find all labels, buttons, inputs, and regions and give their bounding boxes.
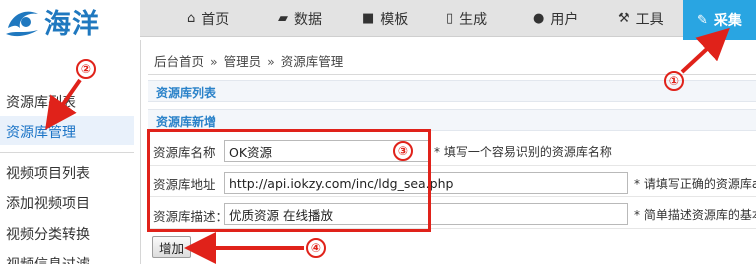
wrench-icon: ⚒ (618, 11, 630, 26)
nav-data[interactable]: ▰ 数据 (278, 0, 322, 37)
sidebar-item-add-video-project[interactable]: 添加视频项目 (6, 193, 90, 213)
sidebar-item-video-info-filter[interactable]: 视频信息过滤 (6, 254, 90, 264)
database-icon: ▰ (278, 11, 288, 26)
breadcrumb-home[interactable]: 后台首页 (154, 54, 204, 69)
nav-data-label: 数据 (294, 11, 322, 28)
file-icon: ▯ (446, 11, 454, 26)
sidebar-item-resource-list[interactable]: 资源库列表 (6, 92, 76, 112)
nav-user-label: 用户 (550, 11, 579, 28)
breadcrumb-admin[interactable]: 管理员 (224, 54, 262, 69)
nav-template[interactable]: ■ 模板 (362, 0, 408, 37)
nav-user[interactable]: ● 用户 (533, 0, 578, 37)
logo-text: 海洋 (44, 9, 100, 40)
annotation-marker-4: ④ (306, 238, 326, 258)
sidebar-item-resource-manage[interactable]: 资源库管理 (6, 122, 76, 142)
logo: 海洋 (0, 0, 140, 42)
nav-tools-label: 工具 (635, 11, 664, 28)
add-button[interactable]: 增加 (152, 236, 192, 258)
url-hint: * 请填写正确的资源库a (634, 177, 756, 191)
nav-tools[interactable]: ⚒ 工具 (618, 0, 664, 37)
annotation-marker-2: ② (76, 59, 96, 79)
nav-generate-label: 生成 (459, 11, 488, 28)
sidebar-divider (0, 152, 134, 153)
nav-collect-label: 采集 (713, 13, 742, 29)
breadcrumb-separator: » (210, 54, 218, 69)
wave-logo-icon (6, 11, 38, 37)
nav-generate[interactable]: ▯ 生成 (446, 0, 487, 37)
nav-collect[interactable]: ✎ 采集 (683, 0, 756, 40)
sidebar-item-video-category-convert[interactable]: 视频分类转换 (6, 224, 90, 244)
desc-hint: * 简单描述资源库的基本 (634, 208, 756, 222)
home-icon: ⌂ (187, 11, 196, 26)
breadcrumb: 后台首页 » 管理员 » 资源库管理 (154, 51, 343, 70)
name-hint: * 填写一个容易识别的资源库名称 (434, 145, 612, 159)
section-title-resource-add: 资源库新增 (156, 115, 217, 129)
nav-template-label: 模板 (380, 11, 409, 28)
annotation-form-box (147, 129, 431, 232)
sidebar-item-video-project-list[interactable]: 视频项目列表 (6, 163, 90, 183)
nav-home-label: 首页 (201, 11, 230, 28)
breadcrumb-separator: » (267, 54, 275, 69)
nav-home[interactable]: ⌂ 首页 (187, 0, 229, 37)
annotation-marker-3: ③ (393, 141, 413, 161)
annotation-marker-1: ① (664, 71, 684, 91)
breadcrumb-current: 资源库管理 (280, 54, 344, 69)
user-icon: ● (533, 11, 545, 26)
section-bar-add (148, 109, 756, 131)
section-title-resource-list[interactable]: 资源库列表 (156, 84, 216, 101)
edit-icon: ✎ (697, 12, 708, 28)
template-book-icon: ■ (362, 11, 375, 26)
